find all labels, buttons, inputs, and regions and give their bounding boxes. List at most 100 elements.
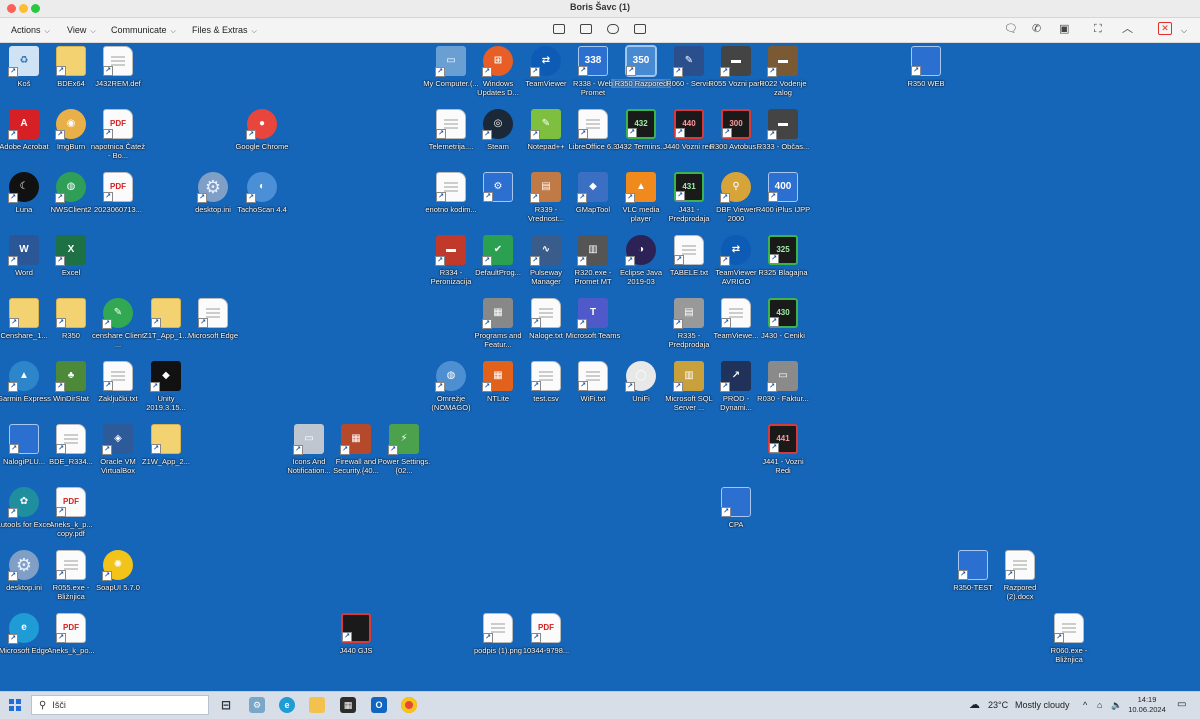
desktop-icon[interactable]: PDF 10344-9798... [516,613,576,655]
moon-icon: ☾ [8,172,39,203]
chevron-down-icon: ⌵ [251,28,257,35]
network-icon[interactable]: ⌂ [1097,700,1102,710]
desktop-icon-label: Aneks_k_po... [47,646,95,655]
window-icon [721,487,751,517]
menu-communicate[interactable]: Communicate ⌵ [111,25,176,36]
remote-screen-icon[interactable] [580,24,592,34]
menu-actions[interactable]: Actions ⌵ [11,25,50,36]
bus-red-icon: ▬ [435,235,466,266]
teams-icon: T [577,298,608,329]
end-session-button[interactable]: ✕ [1158,22,1172,35]
clock-time: 14:19 [1137,695,1157,704]
phone-call-icon[interactable]: ✆ [1032,23,1041,35]
acrobat-icon: A [8,109,39,140]
app-green-icon: 432 [626,109,656,139]
chat-icon[interactable]: 🗨 [1004,23,1018,35]
wrench-icon: ✎ [673,46,704,77]
menu-view[interactable]: View ⌵ [67,25,96,36]
screen-record-icon[interactable]: ▣ [1059,23,1069,35]
file-icon [198,298,228,328]
desktop-icon[interactable]: T Microsoft Teams [563,298,623,340]
desktop-icon[interactable]: J440 GJS [326,613,386,655]
chevron-up-icon[interactable]: ^ [1083,700,1087,710]
search-icon: ⚲ [39,699,47,711]
desktop-icon[interactable]: ▭ R030 - Faktur... [753,361,813,403]
desktop-icon[interactable]: ◐ TachoScan 4.4 [232,172,292,214]
app-red-icon: 440 [674,109,704,139]
desktop-icon-label: Z1W_App_2... [142,457,190,466]
desktop-icon[interactable]: 430 J430 - Ceniki [753,298,813,340]
desktop-icon[interactable]: CPA [706,487,766,529]
app-blue-icon: 350 [625,45,657,77]
folder-icon [9,298,39,328]
menu-files-extras[interactable]: Files & Extras ⌵ [192,25,257,36]
desktop-icon[interactable]: Microsoft Edge [183,298,243,340]
fullscreen-icon[interactable]: ⛶ [1094,23,1102,35]
desktop-icon-label: J432REM.def [95,79,141,88]
desktop-icon[interactable]: ◆ Unity 2019.3.15... [136,361,196,412]
weather-cloud-icon[interactable]: ☁ [969,698,980,711]
store-icon[interactable]: ▦ [340,697,356,713]
printer-icon: ▤ [673,298,704,329]
weather-description[interactable]: Mostly cloudy [1015,700,1070,710]
desktop-icon[interactable]: ✺ SoapUI 5.7.0 [88,550,148,592]
desktop-icon-label: CPA [728,520,744,529]
taskbar-search-input[interactable] [52,700,193,710]
desktop-icon[interactable]: R350 WEB [896,46,956,88]
firewall-icon: ▦ [340,424,371,455]
desktop-icon[interactable]: ▬ R333 - Občas... [753,109,813,151]
chevron-down-icon[interactable]: ⌵ [1181,25,1187,37]
windows-start-button[interactable] [9,699,21,711]
whiteboard-icon[interactable] [634,24,646,34]
desktop-icon[interactable]: J432REM.def [88,46,148,88]
word-icon: W [8,235,39,266]
desktop-icon[interactable]: 441 J441 - Vozni Redi [753,424,813,475]
ticket-icon: ▥ [577,235,608,266]
desktop-icon-label: enotno kodim... [425,205,477,214]
tools-icon[interactable]: ⚙ [249,697,265,713]
desktop-icon-label: R060.exe - Bližnjica [1050,646,1088,664]
eclipse-icon: ◑ [625,235,656,266]
desktop-icon[interactable]: R060.exe - Bližnjica [1039,613,1099,664]
desktop-icon[interactable]: Razpored (2).docx [990,550,1050,601]
gear-file-icon: ⚙ [8,550,39,581]
csv-icon [531,361,561,391]
desktop-icon[interactable]: Z1W_App_2... [136,424,196,466]
taskbar-search-box[interactable]: ⚲ [31,695,209,715]
chart-icon: ↗ [720,361,751,392]
file-icon [578,361,608,391]
task-view-icon[interactable]: ⊟ [218,697,234,713]
desktop-icon[interactable]: PDF Aneks_k_po... [41,613,101,655]
kutools-icon: ✿ [8,487,39,518]
app-green-icon: 431 [674,172,704,202]
app-red-icon [341,613,371,643]
pulse-icon: ∿ [530,235,561,266]
desktop-icon[interactable]: ⚡ Power Settings.{02... [374,424,434,475]
desktop-icon[interactable]: PDF Aneks_k_p... copy.pdf [41,487,101,538]
desktop-icon[interactable]: PDF napotnica Čatež - Bo... [88,109,148,160]
file-explorer-icon[interactable] [309,697,325,713]
desktop-icon[interactable]: ▬ R022 Vodenje zalog [753,46,813,97]
desktop-icon[interactable]: 325 R325 Blagajna [753,235,813,277]
chrome-icon[interactable] [401,697,417,713]
excel-icon: X [55,235,86,266]
weather-temperature[interactable]: 23°C [988,700,1008,710]
monitor-chart-icon[interactable] [553,24,565,34]
taskbar-clock[interactable]: 14:19 10.06.2024 [1126,695,1168,715]
globe-icon: ◍ [55,172,86,203]
notification-icon: ▭ [293,424,324,455]
desktop-icon[interactable]: PDF 2023060713... [88,172,148,214]
edge-icon[interactable]: e [279,697,295,713]
volume-icon[interactable]: 🔈 [1111,700,1122,711]
desktop-icon-label: napotnica Čatež - Bo... [90,142,146,160]
teamviewer-icon: ⇄ [530,46,561,77]
desktop-icon[interactable]: X Excel [41,235,101,277]
desktop-icon[interactable]: 400 R400 iPlus IJPP [753,172,813,214]
outlook-icon[interactable]: O [371,697,387,713]
chevron-up-icon[interactable]: ︿ [1122,23,1133,35]
notifications-icon[interactable]: ▭ [1177,699,1186,710]
steam-icon: ◎ [482,109,513,140]
desktop-icon[interactable]: ● Google Chrome [232,109,292,151]
file-icon [721,298,751,328]
file-transfer-icon[interactable] [607,24,619,34]
